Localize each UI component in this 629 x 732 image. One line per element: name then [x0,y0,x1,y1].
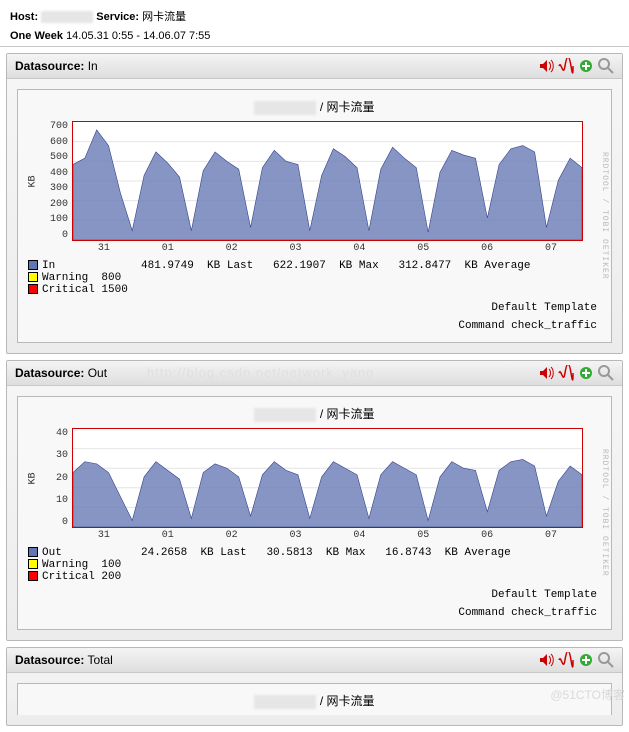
panel-toolbar [538,58,614,74]
plus-icon[interactable] [578,365,594,381]
y-axis-label: KB [27,472,38,484]
x-axis: 3101020304050607 [24,243,583,254]
y-ticks: 403020100 [42,428,72,528]
command-line: Command check_traffic [24,316,605,334]
legend-out: Out 24.2658 KB Last 30.5813 KB Max 16.87… [24,541,605,585]
y-ticks: 7006005004003002001000 [42,121,72,241]
rrdtool-credit: RRDTOOL / TOBI OETIKER [595,96,609,336]
x-axis: 3101020304050607 [24,530,583,541]
host-value-redacted [41,11,93,23]
graph-total: / 网卡流量 [17,683,612,715]
panel-total-title: Datasource: Total [7,648,622,673]
zoom-icon[interactable] [598,58,614,74]
chart-area-in [72,121,583,241]
template-line: Default Template [24,585,605,603]
wave-icon[interactable] [558,652,574,668]
page-header: Host: Service: 网卡流量 [0,0,629,26]
panel-toolbar [538,365,614,381]
time-range: One Week 14.05.31 0:55 - 14.06.07 7:55 [0,26,629,47]
plus-icon[interactable] [578,58,594,74]
template-line: Default Template [24,298,605,316]
speaker-icon[interactable] [538,58,554,74]
graph-out: / 网卡流量 RRDTOOL / TOBI OETIKER KB 4030201… [17,396,612,630]
service-label: Service: [96,11,139,23]
wave-icon[interactable] [558,365,574,381]
zoom-icon[interactable] [598,652,614,668]
time-range-value: 14.05.31 0:55 - 14.06.07 7:55 [66,30,210,42]
plus-icon[interactable] [578,652,594,668]
panel-total: Datasource: Total / 网卡流量 [6,647,623,726]
panel-in-title: Datasource: In [7,54,622,79]
chart-area-out [72,428,583,528]
rrdtool-credit: RRDTOOL / TOBI OETIKER [595,403,609,623]
y-axis-label: KB [27,175,38,187]
time-range-label: One Week [10,30,63,42]
command-line: Command check_traffic [24,603,605,621]
speaker-icon[interactable] [538,652,554,668]
zoom-icon[interactable] [598,365,614,381]
graph-in: / 网卡流量 RRDTOOL / TOBI OETIKER KB 7006005… [17,89,612,343]
panel-out: http://blog.csdn.net/network_yang Dataso… [6,360,623,641]
host-label: Host: [10,11,38,23]
corner-watermark: @51CTO博客 [550,686,625,703]
panel-in: Datasource: In / 网卡流量 RRDTOOL / TOBI OET… [6,53,623,354]
panel-toolbar [538,652,614,668]
legend-in: In 481.9749 KB Last 622.1907 KB Max 312.… [24,254,605,298]
service-value: 网卡流量 [142,11,186,23]
panel-out-title: Datasource: Out [7,361,622,386]
speaker-icon[interactable] [538,365,554,381]
wave-icon[interactable] [558,58,574,74]
